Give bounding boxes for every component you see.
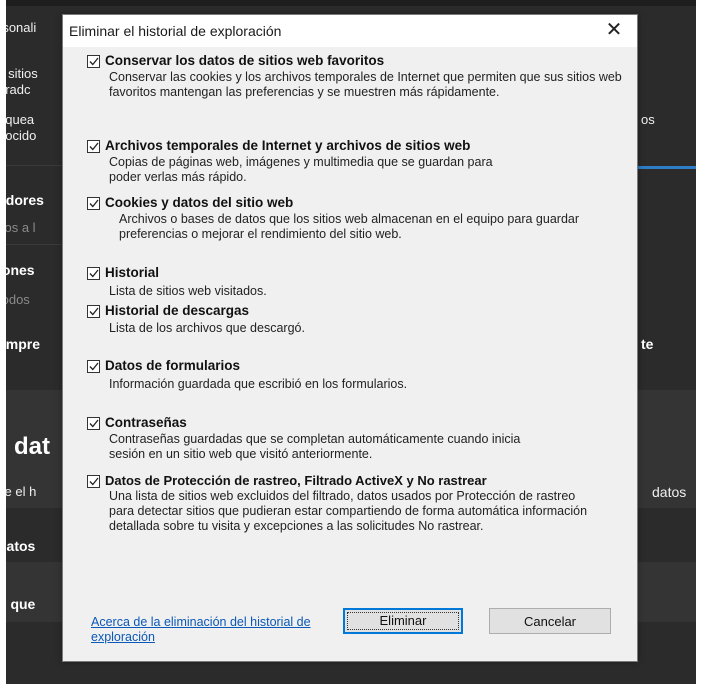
option-description: Archivos o bases de datos que los sitios…	[119, 212, 580, 241]
left-margin	[0, 0, 6, 684]
close-icon[interactable]: ✕	[603, 18, 625, 40]
background-text: os	[641, 112, 655, 127]
cancel-button-label: Cancelar	[523, 614, 577, 629]
delete-button[interactable]: Eliminar	[343, 608, 463, 634]
background-text: datos	[652, 484, 687, 500]
background-heading: te	[641, 336, 654, 352]
option-description: Conservar las cookies y los archivos tem…	[109, 70, 622, 99]
option-title: Contraseñas	[105, 415, 187, 430]
option-title: Datos de formularios	[105, 358, 241, 373]
option-title: Historial de descargas	[105, 303, 250, 318]
option-description: Lista de los archivos que descargó.	[109, 321, 305, 335]
option-description: Una lista de sitios web excluidos del fi…	[109, 489, 588, 533]
checkbox-keep-favorites[interactable]	[87, 55, 100, 68]
checkbox-passwords[interactable]	[87, 417, 100, 430]
option-description: Lista de sitios web visitados.	[109, 284, 267, 298]
background-top-bar	[0, 0, 702, 6]
checkbox-download-history[interactable]	[87, 305, 100, 318]
option-title: Cookies y datos del sitio web	[105, 195, 294, 210]
delete-history-dialog: Eliminar el historial de exploración ✕ C…	[62, 14, 638, 662]
checkbox-temp-files[interactable]	[87, 140, 100, 153]
option-description: Contraseñas guardadas que se completan a…	[109, 432, 521, 461]
option-title: Datos de Protección de rastreo, Filtrado…	[105, 473, 487, 488]
background-heading: empre	[0, 336, 41, 352]
checkbox-form-data[interactable]	[87, 360, 100, 373]
right-margin	[696, 0, 702, 684]
background-accent-line	[637, 166, 702, 169]
background-divider	[0, 244, 62, 245]
option-description: Copias de páginas web, imágenes y multim…	[109, 155, 493, 184]
option-title: Archivos temporales de Internet y archiv…	[105, 138, 471, 153]
background-divider	[0, 165, 62, 166]
option-description: Información guardada que escribió en los…	[109, 377, 408, 391]
focus-rectangle	[347, 612, 459, 630]
checkbox-history[interactable]	[87, 267, 100, 280]
dialog-title: Eliminar el historial de exploración	[69, 23, 282, 39]
about-deleting-history-link[interactable]: Acerca de la eliminación del historial d…	[91, 615, 311, 645]
dialog-titlebar: Eliminar el historial de exploración ✕	[63, 15, 637, 47]
checkbox-tracking-protection[interactable]	[87, 475, 100, 488]
background-heading: adores	[0, 192, 44, 208]
background-section-title: dat	[14, 433, 50, 460]
cancel-button[interactable]: Cancelar	[489, 608, 611, 634]
option-title: Conservar los datos de sitios web favori…	[105, 53, 385, 68]
checkbox-cookies[interactable]	[87, 197, 100, 210]
option-title: Historial	[105, 265, 160, 280]
